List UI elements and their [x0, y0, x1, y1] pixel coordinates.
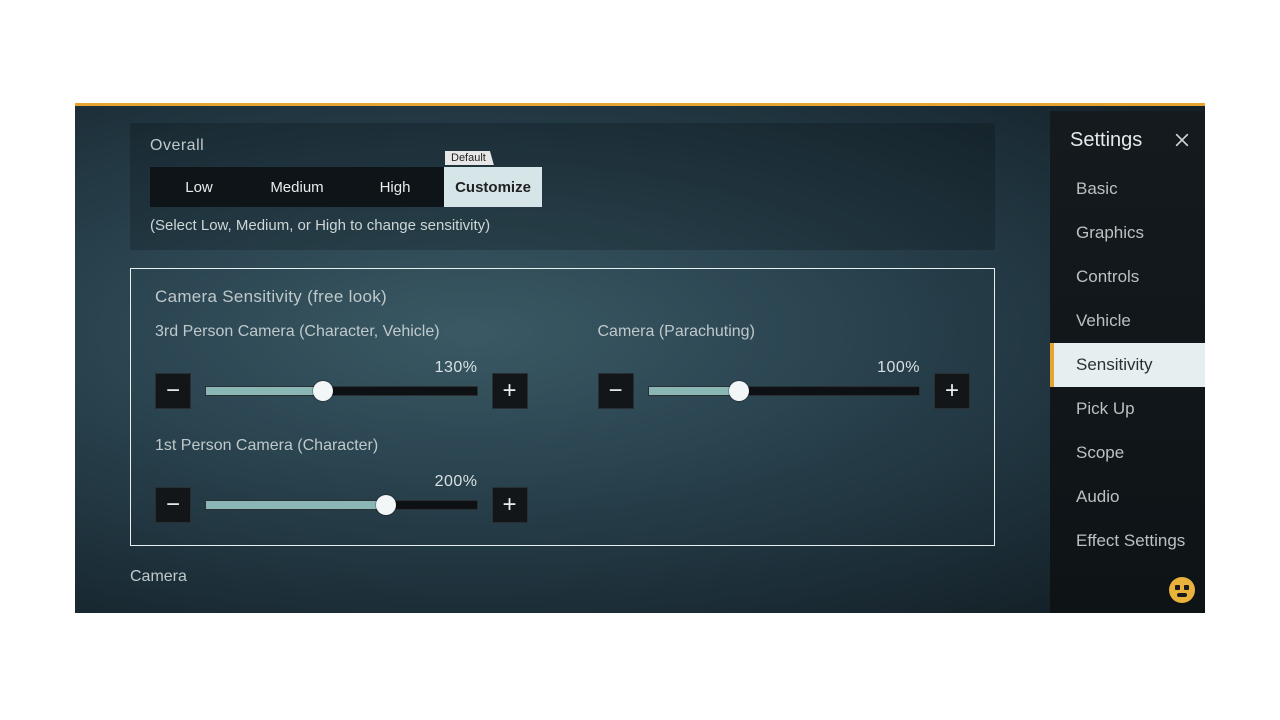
sidebar-item-basic[interactable]: Basic: [1050, 167, 1205, 211]
sidebar-item-graphics[interactable]: Graphics: [1050, 211, 1205, 255]
sidebar-item-effect[interactable]: Effect Settings: [1050, 519, 1205, 563]
sidebar-item-audio[interactable]: Audio: [1050, 475, 1205, 519]
slider-tpp-track[interactable]: [205, 386, 478, 396]
slider-fpp: 1st Person Camera (Character) 200% − +: [155, 437, 528, 523]
preset-tabs: Low Medium High Customize: [150, 167, 975, 207]
slider-fpp-row: − +: [155, 487, 528, 523]
preset-row: Default Low Medium High Customize: [150, 167, 975, 207]
sidebar-nav: Basic Graphics Controls Vehicle Sensitiv…: [1050, 167, 1205, 563]
slider-fpp-fill: [206, 501, 386, 509]
slider-parachute-label: Camera (Parachuting): [598, 323, 971, 341]
slider-grid: 3rd Person Camera (Character, Vehicle) 1…: [155, 323, 970, 523]
settings-screen: Overall Default Low Medium High Customiz…: [75, 103, 1205, 613]
slider-parachute-track[interactable]: [648, 386, 921, 396]
close-button[interactable]: [1169, 127, 1195, 153]
settings-content: Overall Default Low Medium High Customiz…: [75, 111, 1050, 613]
default-badge: Default: [445, 151, 494, 165]
slider-tpp-minus[interactable]: −: [155, 373, 191, 409]
slider-parachute: Camera (Parachuting) 100% − +: [598, 323, 971, 409]
slider-fpp-track[interactable]: [205, 500, 478, 510]
slider-fpp-thumb[interactable]: [376, 495, 396, 515]
sidebar-item-vehicle[interactable]: Vehicle: [1050, 299, 1205, 343]
slider-fpp-minus[interactable]: −: [155, 487, 191, 523]
preset-customize[interactable]: Customize: [444, 167, 542, 207]
slider-parachute-minus[interactable]: −: [598, 373, 634, 409]
sidebar-header: Settings: [1050, 121, 1205, 167]
overall-panel: Overall Default Low Medium High Customiz…: [130, 123, 995, 250]
preset-high[interactable]: High: [346, 167, 444, 207]
sidebar-item-sensitivity[interactable]: Sensitivity: [1050, 343, 1205, 387]
preset-low[interactable]: Low: [150, 167, 248, 207]
camera-freelook-title: Camera Sensitivity (free look): [155, 287, 970, 307]
slider-tpp-label: 3rd Person Camera (Character, Vehicle): [155, 323, 528, 341]
slider-tpp-plus[interactable]: +: [492, 373, 528, 409]
slider-fpp-plus[interactable]: +: [492, 487, 528, 523]
settings-sidebar: Settings Basic Graphics Controls Vehicle…: [1050, 111, 1205, 613]
overall-title: Overall: [150, 137, 975, 155]
close-icon: [1172, 130, 1192, 150]
sidebar-item-pickup[interactable]: Pick Up: [1050, 387, 1205, 431]
slider-parachute-fill: [649, 387, 739, 395]
preset-medium[interactable]: Medium: [248, 167, 346, 207]
preset-hint: (Select Low, Medium, or High to change s…: [150, 217, 975, 234]
slider-tpp-value: 130%: [435, 359, 478, 377]
slider-tpp-row: − +: [155, 373, 528, 409]
sidebar-item-controls[interactable]: Controls: [1050, 255, 1205, 299]
camera-freelook-section: Camera Sensitivity (free look) 3rd Perso…: [130, 268, 995, 546]
slider-tpp: 3rd Person Camera (Character, Vehicle) 1…: [155, 323, 528, 409]
slider-fpp-value: 200%: [435, 473, 478, 491]
slider-col-right: Camera (Parachuting) 100% − +: [598, 323, 971, 523]
slider-tpp-thumb[interactable]: [313, 381, 333, 401]
sidebar-title: Settings: [1070, 129, 1142, 152]
camera-section-title: Camera: [130, 568, 995, 586]
slider-parachute-thumb[interactable]: [729, 381, 749, 401]
slider-col-left: 3rd Person Camera (Character, Vehicle) 1…: [155, 323, 528, 523]
slider-fpp-label: 1st Person Camera (Character): [155, 437, 528, 455]
slider-parachute-value: 100%: [877, 359, 920, 377]
slider-parachute-row: − +: [598, 373, 971, 409]
mascot-icon: [1165, 573, 1199, 607]
slider-parachute-plus[interactable]: +: [934, 373, 970, 409]
sidebar-item-scope[interactable]: Scope: [1050, 431, 1205, 475]
slider-tpp-fill: [206, 387, 323, 395]
